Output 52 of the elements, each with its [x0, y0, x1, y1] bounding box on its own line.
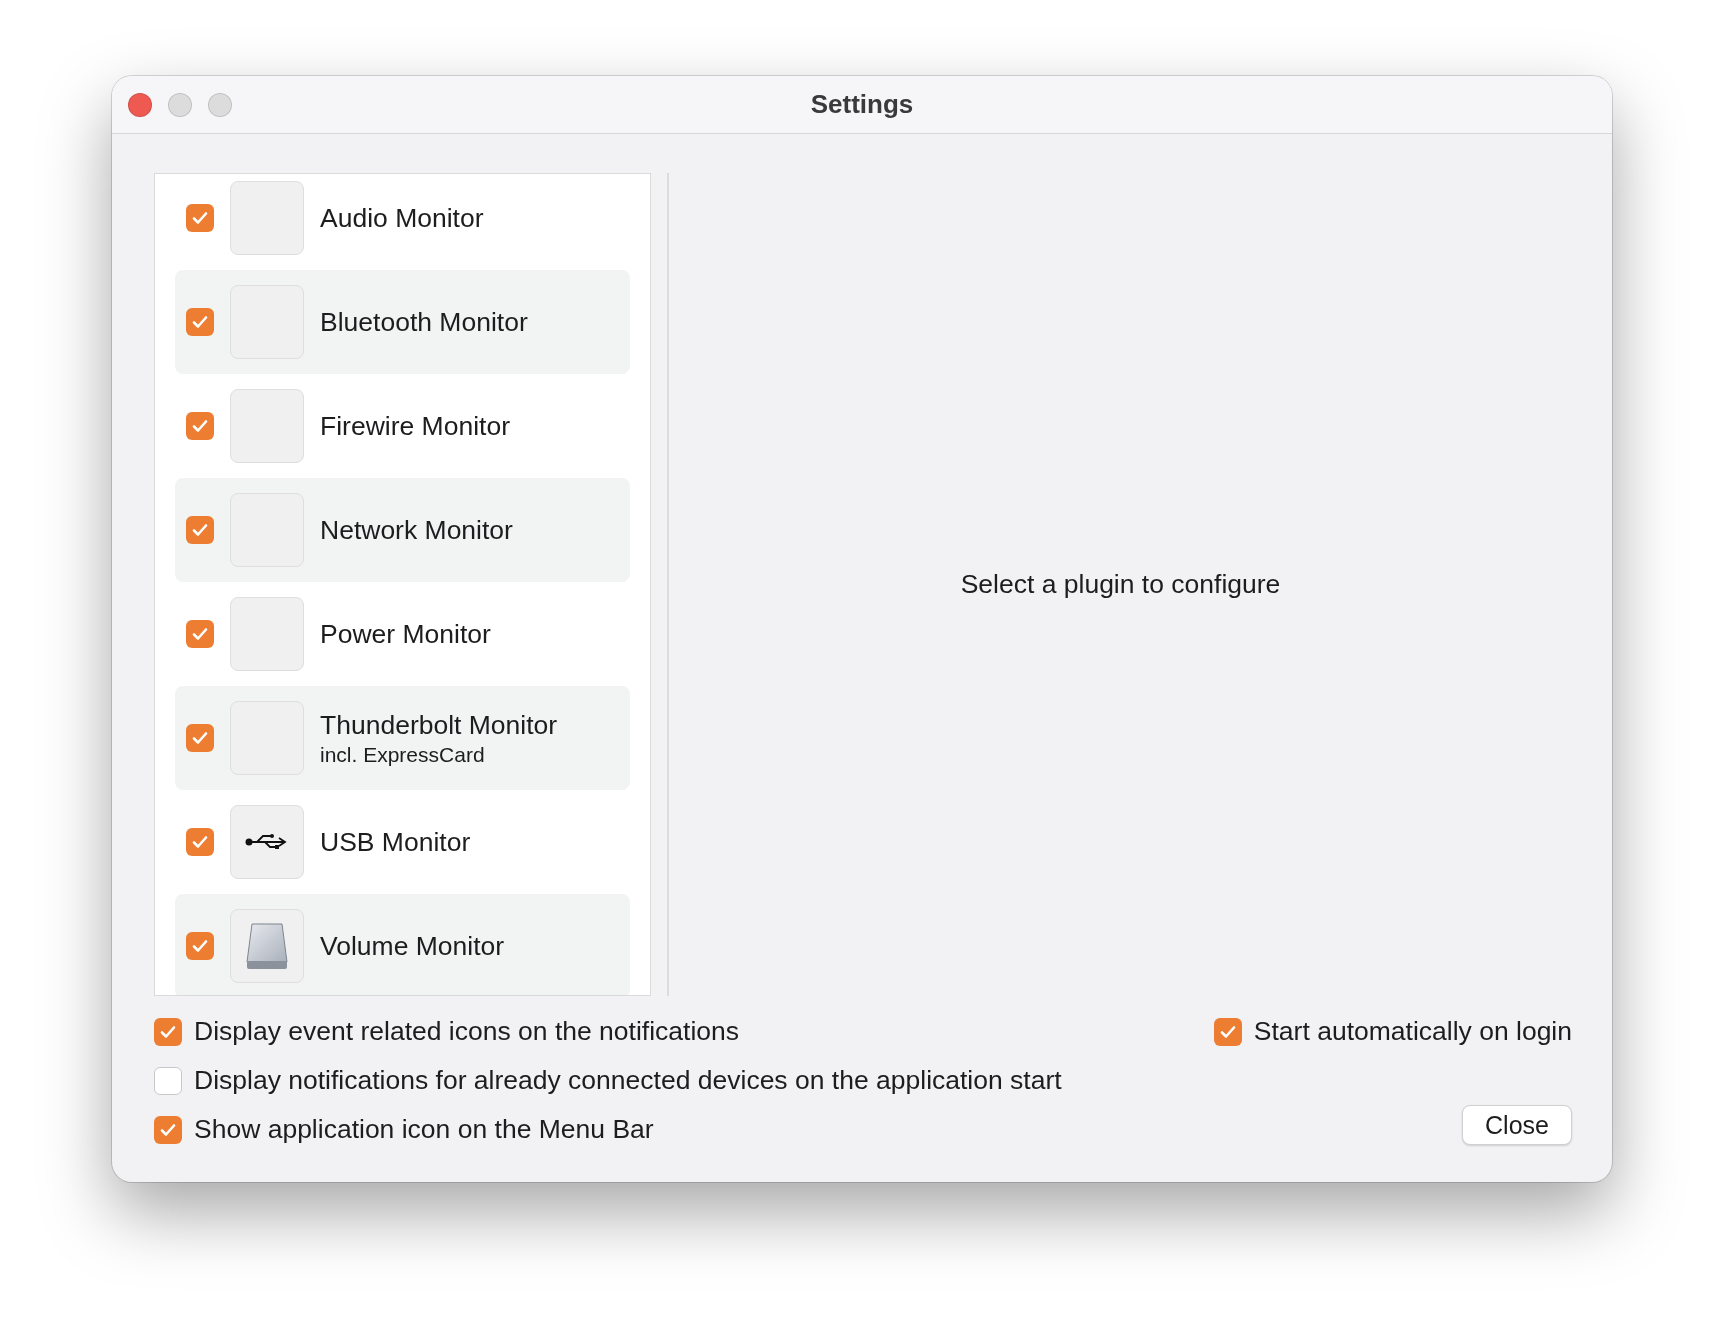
checkbox[interactable]: [186, 620, 214, 648]
checkbox[interactable]: [186, 412, 214, 440]
drive-icon: [244, 921, 290, 971]
plugin-icon: [230, 181, 304, 255]
checkbox[interactable]: [154, 1115, 182, 1144]
plugin-row[interactable]: Audio Monitor: [175, 174, 630, 270]
checkmark-icon: [191, 729, 209, 747]
plugin-name: USB Monitor: [320, 826, 471, 858]
checkbox[interactable]: [186, 932, 214, 960]
checkmark-icon: [191, 625, 209, 643]
checkbox[interactable]: [186, 308, 214, 336]
close-window-icon[interactable]: [128, 92, 152, 117]
zoom-window-icon[interactable]: [208, 92, 232, 117]
checkbox[interactable]: [186, 204, 214, 232]
option-label: Display event related icons on the notifications: [194, 1016, 740, 1047]
placeholder-message: Select a plugin to configure: [960, 569, 1281, 600]
option-label: Show application icon on the Menu Bar: [194, 1114, 654, 1145]
plugin-name: Network Monitor: [320, 514, 513, 546]
plugin-name: Power Monitor: [320, 618, 491, 650]
checkmark-icon: [191, 937, 209, 955]
plugin-row[interactable]: Power Monitor: [175, 582, 630, 686]
checkmark-icon: [191, 417, 209, 435]
option-label: Start automatically on login: [1253, 1016, 1572, 1047]
plugin-name: Firewire Monitor: [320, 410, 510, 442]
window-title: Settings: [810, 89, 914, 120]
checkbox[interactable]: [1213, 1017, 1242, 1046]
checkbox[interactable]: [186, 828, 214, 856]
plugin-row[interactable]: USB Monitor: [175, 790, 630, 894]
plugin-name: Bluetooth Monitor: [320, 306, 528, 338]
checkmark-icon: [191, 833, 209, 851]
checkmark-icon: [191, 209, 209, 227]
checkbox[interactable]: [154, 1066, 182, 1095]
plugin-row[interactable]: Thunderbolt Monitor incl. ExpressCard: [175, 686, 630, 790]
plugin-icon: [230, 389, 304, 463]
option-label: Display notifications for already connected devices on the application start: [194, 1065, 1062, 1096]
plugin-row[interactable]: Bluetooth Monitor: [175, 270, 630, 374]
checkbox[interactable]: [186, 724, 214, 752]
usb-icon: [245, 832, 289, 852]
checkbox[interactable]: [154, 1017, 182, 1046]
plugin-subtitle: incl. ExpressCard: [320, 742, 486, 767]
plugin-name: Volume Monitor: [320, 930, 505, 962]
checkmark-icon: [191, 313, 209, 331]
plugin-name: Audio Monitor: [320, 202, 484, 234]
plugin-row[interactable]: Firewire Monitor: [175, 374, 630, 478]
plugin-row[interactable]: Network Monitor: [175, 478, 630, 582]
checkbox[interactable]: [186, 516, 214, 544]
checkmark-icon: [191, 521, 209, 539]
plugin-name: Thunderbolt Monitor: [320, 709, 558, 741]
close-button[interactable]: Close: [1462, 1105, 1572, 1145]
minimize-window-icon[interactable]: [168, 92, 192, 117]
plugin-icon: [230, 597, 304, 671]
plugin-row[interactable]: Volume Monitor: [175, 894, 630, 995]
